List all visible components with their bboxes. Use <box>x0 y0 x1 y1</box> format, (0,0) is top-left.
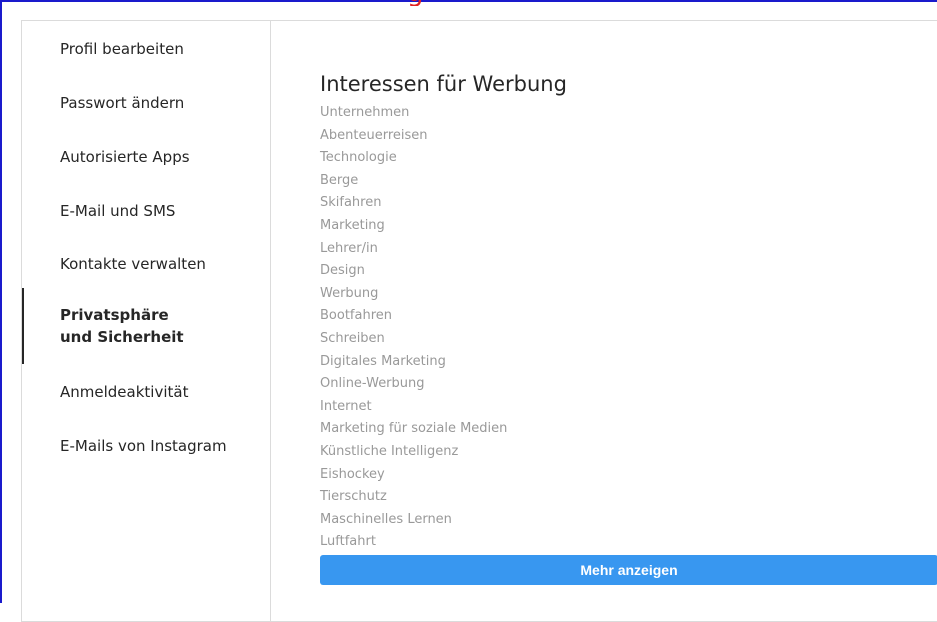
interest-item: Digitales Marketing <box>320 353 446 369</box>
sidebar-item-authorized-apps[interactable]: Autorisierte Apps <box>22 146 270 168</box>
interest-item: Marketing für soziale Medien <box>320 421 508 437</box>
interest-item: Berge <box>320 172 359 188</box>
page-title: Interessen für Werbung <box>320 72 567 97</box>
interest-item: Bootfahren <box>320 308 393 324</box>
interest-item: Maschinelles Lernen <box>320 511 452 527</box>
interest-item: Tierschutz <box>320 489 387 505</box>
cropped-heading-fragment: g <box>407 0 427 6</box>
interest-item: Unternehmen <box>320 105 410 120</box>
interest-item: Skifahren <box>320 195 382 211</box>
sidebar-item-instagram-emails[interactable]: E-Mails von Instagram <box>22 435 270 457</box>
interest-item: Online-Werbung <box>320 376 425 392</box>
sidebar-item-change-password[interactable]: Passwort ändern <box>22 92 270 114</box>
sidebar-item-login-activity[interactable]: Anmeldeaktivität <box>22 381 270 403</box>
interest-item: Werbung <box>320 285 379 301</box>
sidebar-item-email-sms[interactable]: E-Mail und SMS <box>22 200 270 222</box>
sidebar-item-manage-contacts[interactable]: Kontakte verwalten <box>22 253 270 275</box>
screenshot-frame: g Profil bearbeiten Passwort ändern Auto… <box>0 0 937 622</box>
sidebar-item-privacy-security[interactable]: Privatsphäre und Sicherheit <box>22 288 202 364</box>
interest-item: Lehrer/in <box>320 240 378 256</box>
interest-item: Schreiben <box>320 330 385 346</box>
interest-item: Eishockey <box>320 466 385 482</box>
interest-item: Luftfahrt <box>320 534 376 550</box>
interest-item: Marketing <box>320 217 385 233</box>
settings-card: Profil bearbeiten Passwort ändern Autori… <box>21 20 937 622</box>
interest-item: Internet <box>320 398 372 414</box>
interest-item: Abenteuerreisen <box>320 127 428 143</box>
show-more-button[interactable]: Mehr anzeigen <box>320 555 937 585</box>
settings-sidebar: Profil bearbeiten Passwort ändern Autori… <box>22 21 271 621</box>
interest-list: Unternehmen Abenteuerreisen Technologie … <box>320 102 507 554</box>
ad-interests-panel: Interessen für Werbung Unternehmen Abent… <box>271 21 937 621</box>
sidebar-item-edit-profile[interactable]: Profil bearbeiten <box>22 38 270 60</box>
interest-item: Technologie <box>320 150 397 166</box>
interest-item: Design <box>320 263 365 279</box>
interest-item: Künstliche Intelligenz <box>320 443 459 459</box>
